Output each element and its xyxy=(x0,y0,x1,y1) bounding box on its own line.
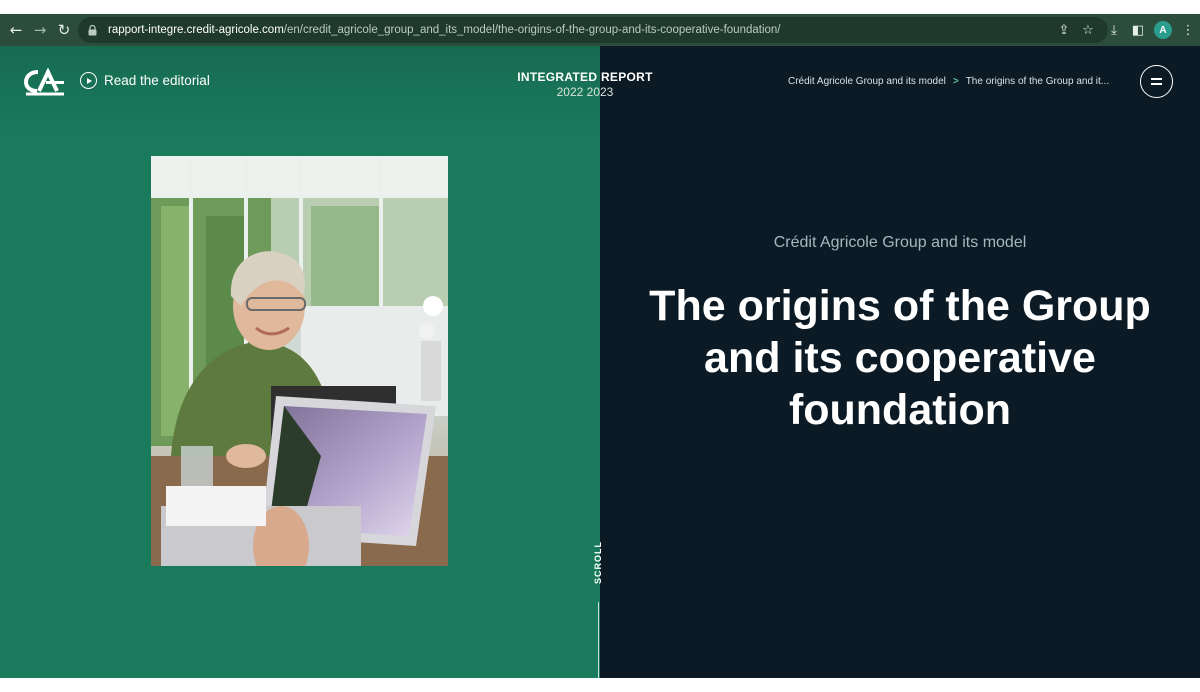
play-icon xyxy=(80,72,97,89)
scroll-label[interactable]: SCROLL xyxy=(593,541,607,584)
bottom-border xyxy=(0,678,1200,692)
side-panel-icon[interactable]: ◧ xyxy=(1126,18,1150,42)
browser-toolbar: ← → ↻ rapport-integre.credit-agricole.co… xyxy=(0,14,1200,46)
report-title[interactable]: INTEGRATED REPORT 2022 2023 xyxy=(500,70,670,99)
report-years: 2022 2023 xyxy=(556,85,614,99)
url-path: /en/credit_agricole_group_and_its_model/… xyxy=(283,24,781,36)
breadcrumb-separator: > xyxy=(952,76,959,87)
menu-line-icon xyxy=(1151,78,1162,80)
breadcrumb-item-current: The origins of the Group and it... xyxy=(965,76,1110,87)
profile-avatar[interactable]: A xyxy=(1154,21,1172,39)
read-editorial-link[interactable]: Read the editorial xyxy=(80,72,210,89)
breadcrumb-item-group-model[interactable]: Crédit Agricole Group and its model xyxy=(788,76,946,87)
lock-icon[interactable] xyxy=(86,23,98,37)
forward-icon[interactable]: → xyxy=(28,18,52,42)
address-bar[interactable]: rapport-integre.credit-agricole.com/en/c… xyxy=(78,17,1108,43)
hero-section-label: Crédit Agricole Group and its model xyxy=(773,234,1027,251)
top-border xyxy=(0,0,1200,14)
editorial-label: Read the editorial xyxy=(104,73,210,88)
share-icon[interactable]: ⇪ xyxy=(1052,18,1076,42)
hero-title: The origins of the Group and its coopera… xyxy=(649,282,1151,434)
bookmark-star-icon[interactable]: ☆ xyxy=(1076,18,1100,42)
menu-button[interactable] xyxy=(1140,65,1173,98)
breadcrumb: Crédit Agricole Group and its model > Th… xyxy=(788,76,1109,87)
back-icon[interactable]: ← xyxy=(4,18,28,42)
browser-actions: ⤓ ◧ A ⋮ xyxy=(1102,14,1200,46)
credit-agricole-logo[interactable] xyxy=(24,68,66,96)
download-icon[interactable]: ⤓ xyxy=(1102,18,1126,42)
url-text[interactable]: rapport-integre.credit-agricole.com/en/c… xyxy=(108,24,781,36)
hero-photo-woman-at-laptop xyxy=(151,156,448,566)
reload-icon[interactable]: ↻ xyxy=(52,18,76,42)
scroll-line xyxy=(598,602,599,678)
menu-line-icon xyxy=(1151,83,1162,85)
url-host: rapport-integre.credit-agricole.com xyxy=(108,24,284,36)
more-menu-icon[interactable]: ⋮ xyxy=(1176,18,1200,42)
page-content: Read the editorial INTEGRATED REPORT 202… xyxy=(0,46,1200,678)
report-title-label: INTEGRATED REPORT xyxy=(517,70,653,84)
